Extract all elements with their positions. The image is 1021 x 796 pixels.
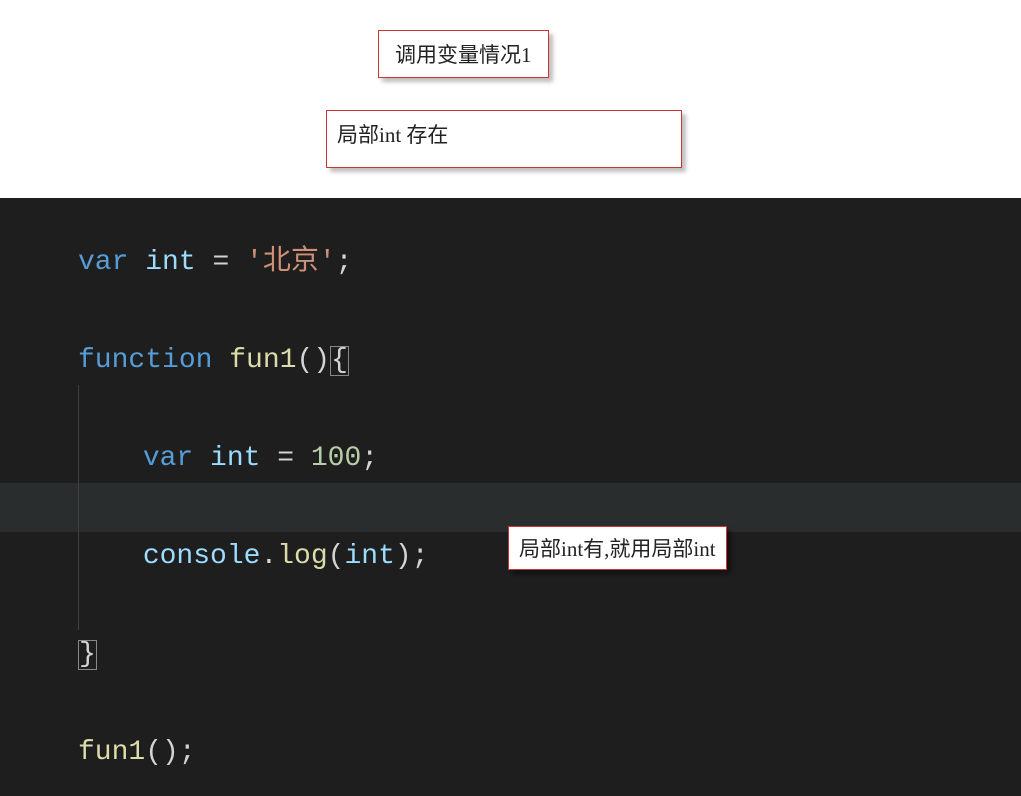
semicolon: ;: [179, 739, 196, 767]
code-line-blank: [78, 679, 1021, 728]
paren-close: ): [395, 543, 412, 571]
operator: =: [277, 445, 311, 473]
identifier: int: [145, 249, 212, 277]
number-literal: 100: [311, 445, 361, 473]
bracket-match: }: [78, 640, 97, 670]
code-line: fun1();: [78, 728, 1021, 777]
indent-guide: [78, 483, 126, 532]
indent-guide: [78, 581, 126, 630]
semicolon: ;: [412, 543, 429, 571]
code-line-blank: [78, 287, 1021, 336]
code-line-blank: [78, 581, 1021, 630]
code-block: var int = '北京'; function fun1(){ var int…: [0, 198, 1021, 777]
function-name: fun1: [229, 347, 296, 375]
parentheses: (): [296, 347, 330, 375]
indent-guide: [78, 532, 143, 581]
code-line-current: [0, 483, 1021, 532]
code-line: function fun1(){: [78, 336, 1021, 385]
indent-guide: [78, 385, 126, 434]
code-editor-panel: var int = '北京'; function fun1(){ var int…: [0, 198, 1021, 796]
string-literal: '北京': [246, 249, 336, 277]
keyword-var: var: [143, 445, 210, 473]
keyword-function: function: [78, 347, 229, 375]
identifier: console: [143, 543, 261, 571]
title-callout: 调用变量情况1: [378, 30, 549, 78]
bracket-match: {: [330, 346, 349, 376]
semicolon: ;: [361, 445, 378, 473]
subtitle-callout: 局部int 存在: [326, 110, 682, 168]
dot: .: [260, 543, 277, 571]
code-line: }: [78, 630, 1021, 679]
semicolon: ;: [336, 249, 353, 277]
indent-guide: [78, 434, 143, 483]
slide-header-area: 调用变量情况1 局部int 存在: [0, 0, 1021, 198]
argument: int: [344, 543, 394, 571]
inline-annotation: 局部int有,就用局部int: [508, 526, 727, 570]
keyword-var: var: [78, 249, 145, 277]
parentheses: (): [145, 739, 179, 767]
code-line: var int = 100;: [78, 434, 1021, 483]
code-line: var int = '北京';: [78, 238, 1021, 287]
method-call: log: [277, 543, 327, 571]
operator: =: [212, 249, 246, 277]
code-line-blank: [78, 385, 1021, 434]
paren-open: (: [328, 543, 345, 571]
identifier: int: [210, 445, 277, 473]
function-call: fun1: [78, 739, 145, 767]
